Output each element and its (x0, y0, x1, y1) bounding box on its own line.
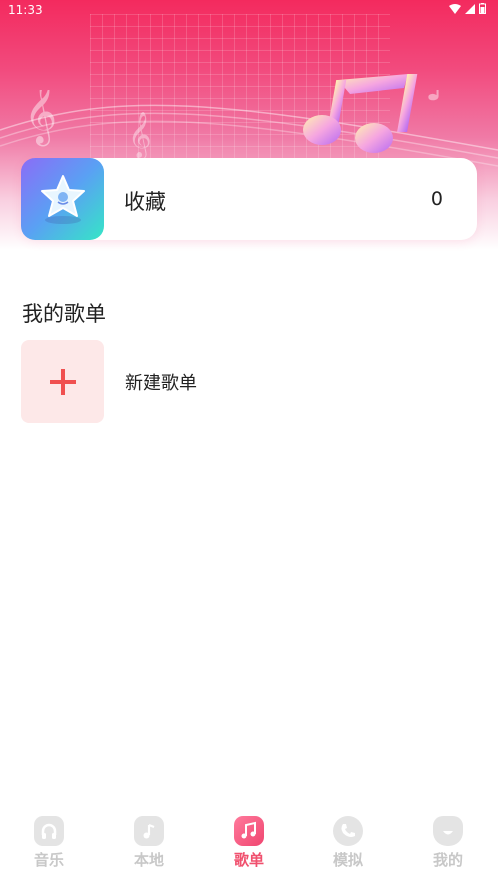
favorites-thumbnail (21, 158, 104, 240)
favorites-label: 收藏 (124, 190, 166, 214)
svg-text:𝄞: 𝄞 (128, 112, 152, 160)
music-note-icon (234, 816, 264, 846)
new-playlist-item[interactable]: 新建歌单 (21, 340, 321, 423)
tab-label: 模拟 (332, 851, 363, 869)
plus-icon (49, 368, 76, 395)
status-time: 11:33 (8, 3, 43, 17)
my-playlists-title: 我的歌单 (22, 302, 106, 326)
tab-simulate[interactable]: 模拟 (308, 814, 388, 880)
signal-icon (465, 3, 475, 14)
new-playlist-button[interactable] (21, 340, 104, 423)
tab-label: 我的 (432, 851, 463, 869)
tab-playlist[interactable]: 歌单 (209, 814, 289, 880)
status-bar: 11:33 (0, 0, 498, 22)
svg-text:♪: ♪ (425, 90, 451, 110)
new-playlist-label: 新建歌单 (125, 373, 197, 394)
star-icon (40, 175, 85, 224)
smile-icon (433, 816, 463, 846)
headphones-icon (34, 816, 64, 846)
tab-music[interactable]: 音乐 (9, 814, 89, 880)
favorites-count: 0 (430, 188, 443, 210)
tab-mine[interactable]: 我的 (408, 814, 488, 880)
status-icons (449, 3, 486, 14)
battery-icon (479, 3, 486, 14)
tab-label: 歌单 (233, 851, 264, 869)
tab-label: 音乐 (33, 851, 64, 869)
favorites-card[interactable]: 收藏 0 (21, 158, 477, 240)
svg-text:𝄞: 𝄞 (24, 90, 57, 146)
bottom-tab-bar: 音乐 本地 歌单 模拟 我的 (0, 810, 498, 885)
tab-label: 本地 (133, 851, 164, 869)
phone-icon (333, 816, 363, 846)
wifi-icon (449, 3, 461, 14)
tab-local[interactable]: 本地 (109, 814, 189, 880)
folder-music-icon (134, 816, 164, 846)
music-note-3d-icon (303, 74, 418, 153)
